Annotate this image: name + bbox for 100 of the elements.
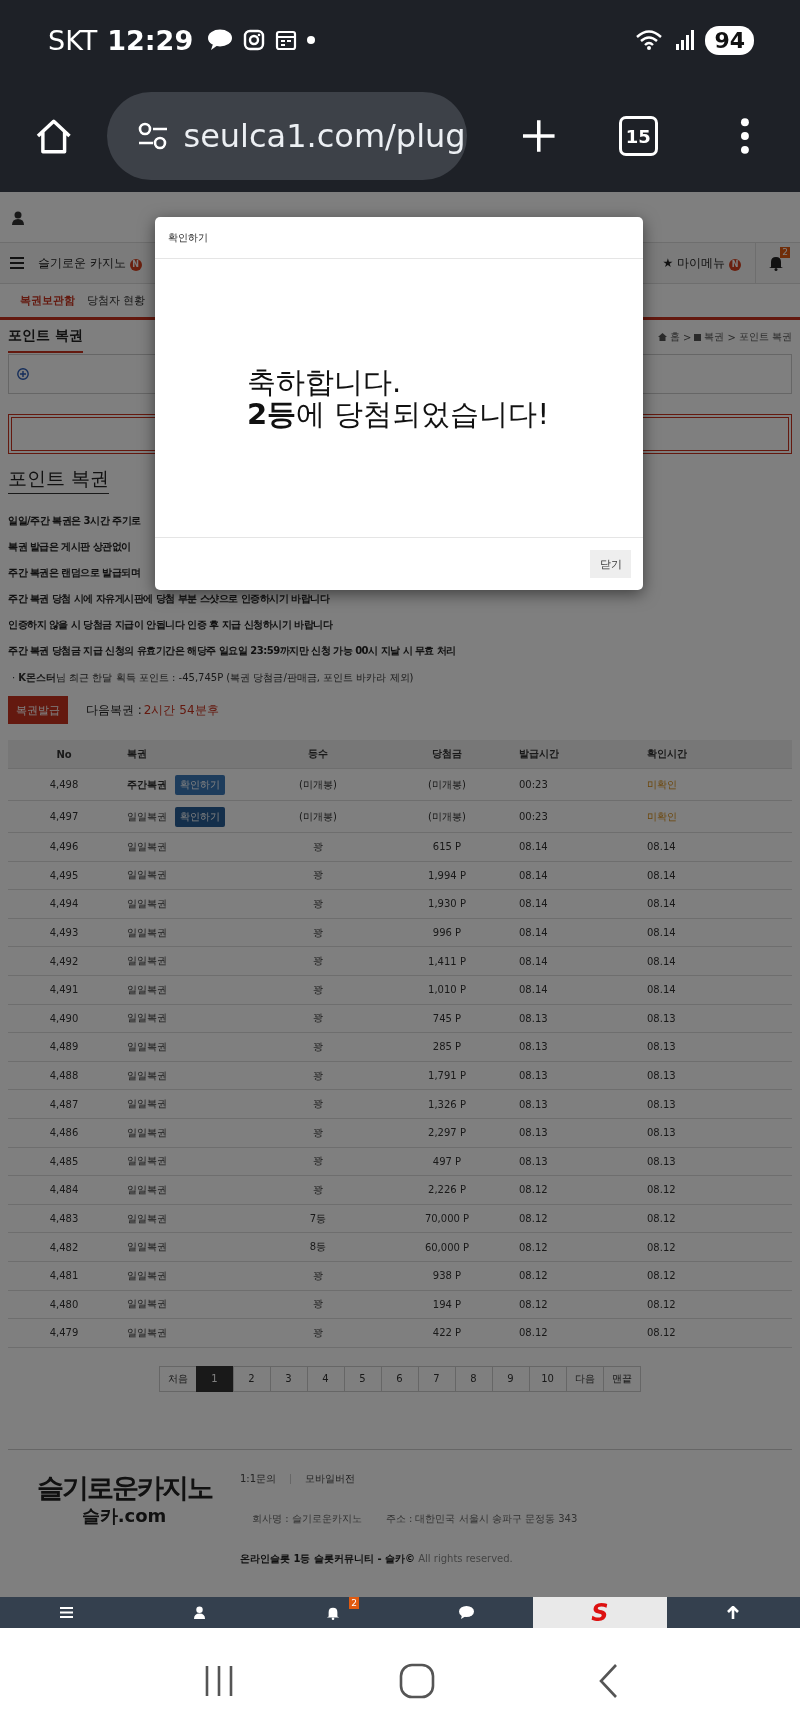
sub-tab[interactable]: 당첨자 현황 xyxy=(87,289,146,312)
page-link[interactable]: 3 xyxy=(269,1365,308,1392)
table-cell-text: 4,488 xyxy=(48,1070,80,1082)
table-cell-text: 08.14 xyxy=(646,955,677,967)
table-cell-text: 194 P xyxy=(431,1298,463,1310)
confirm-button[interactable]: 확인하기 xyxy=(175,806,225,827)
page-link[interactable]: 다음 xyxy=(565,1365,604,1392)
home-button-icon[interactable] xyxy=(399,1663,435,1699)
table-cell-text: 08.14 xyxy=(518,869,549,881)
table-cell-text: 4,484 xyxy=(48,1184,80,1196)
table-cell-text: 08.13 xyxy=(646,1041,677,1053)
table-cell-text: 꽝 xyxy=(312,1039,324,1054)
address-bar[interactable]: seulca1.com/plug xyxy=(107,92,468,180)
table-cell-text: 꽝 xyxy=(312,1011,324,1026)
ticket-name: 일일복권 xyxy=(127,809,167,824)
table-cell-text: 08.12 xyxy=(646,1213,677,1224)
signal-icon xyxy=(675,29,696,51)
square-icon xyxy=(694,333,702,341)
table-cell-text: (미개봉) xyxy=(298,809,338,824)
page-link[interactable]: 9 xyxy=(491,1365,530,1392)
table-cell-text: 1,411 P xyxy=(427,955,467,967)
breadcrumb-link[interactable]: 홈 xyxy=(670,330,681,344)
table-cell-text: 08.13 xyxy=(518,1098,549,1110)
more-icon[interactable] xyxy=(740,118,750,154)
page-link[interactable]: 5 xyxy=(343,1365,382,1392)
table-cell-text: (미개봉) xyxy=(427,777,467,792)
notice-text: 주간 복권은 랜덤으로 발급되며 xyxy=(8,566,141,580)
ticket-name: 일일복권 xyxy=(127,1325,167,1340)
ticket-name: 일일복권 xyxy=(127,925,167,940)
table-cell-text: 1,930 P xyxy=(427,898,467,910)
modal-message: 축하합니다. xyxy=(247,366,403,398)
column-header: 등수 xyxy=(307,747,329,761)
menu-icon[interactable] xyxy=(10,257,24,269)
table-cell-text: 285 P xyxy=(431,1041,463,1053)
back-icon[interactable] xyxy=(598,1663,619,1699)
site-settings-icon[interactable] xyxy=(137,121,170,151)
logo-tab[interactable]: S xyxy=(533,1597,667,1628)
arrow-up-icon xyxy=(727,1606,740,1619)
table-cell-text: 8등 xyxy=(308,1240,328,1255)
page-link[interactable]: 4 xyxy=(306,1365,345,1392)
table-cell-text: 08.12 xyxy=(518,1270,549,1282)
table-cell-text: 70,000 P xyxy=(423,1213,471,1224)
table-cell-text: 60,000 P xyxy=(423,1241,471,1253)
page-link[interactable]: 10 xyxy=(528,1365,567,1392)
breadcrumb-link[interactable]: 복권 xyxy=(704,330,725,344)
table-cell-text: 745 P xyxy=(431,1012,463,1024)
table-cell-text: 08.13 xyxy=(646,1127,677,1139)
table-cell-text: 4,483 xyxy=(48,1213,80,1224)
next-ticket-label: 다음복권 : xyxy=(86,701,142,719)
page-link[interactable]: 맨끝 xyxy=(602,1365,641,1392)
table-cell-text: 4,480 xyxy=(48,1298,80,1310)
page-heading: 포인트 복권 xyxy=(8,467,110,494)
page-link[interactable]: 처음 xyxy=(158,1365,197,1392)
page-link[interactable]: 1 xyxy=(195,1365,234,1392)
company-address: 주소 : 대한민국 서울시 송파구 문정동 343 xyxy=(385,1511,578,1526)
issue-ticket-button[interactable]: 복권발급 xyxy=(8,696,68,724)
nav-link[interactable]: ★ 마이메뉴 N xyxy=(662,254,741,272)
table-cell-text: 4,495 xyxy=(48,869,80,881)
table-cell-text: 꽝 xyxy=(312,1182,324,1197)
table-cell-text: 꽝 xyxy=(312,1325,324,1340)
footer-link[interactable]: 모바일버전 xyxy=(305,1471,356,1486)
copyright-text: 온라인슬롯 1등 슬롯커뮤니티 - 슬카© All rights reserved. xyxy=(240,1551,514,1566)
table-cell-text: 938 P xyxy=(431,1270,463,1282)
table-cell-text: 꽝 xyxy=(312,1297,324,1312)
table-cell-text: 1,010 P xyxy=(427,984,467,996)
ticket-name: 일일복권 xyxy=(127,1182,167,1197)
table-cell-text: 08.13 xyxy=(646,1098,677,1110)
footer-link[interactable]: 1:1문의 xyxy=(240,1471,277,1486)
ticket-name: 일일복권 xyxy=(127,1154,167,1169)
plus-circle-icon[interactable] xyxy=(17,368,29,380)
page-link[interactable]: 6 xyxy=(380,1365,419,1392)
table-cell-text: 4,479 xyxy=(48,1327,80,1339)
table-cell-text: 꽝 xyxy=(312,1097,324,1112)
table-cell-text: 08.14 xyxy=(646,927,677,939)
ticket-name: 일일복권 xyxy=(127,954,167,969)
breadcrumb-link[interactable]: 포인트 복권 xyxy=(738,330,792,344)
table-cell-text: 08.14 xyxy=(646,869,677,881)
plus-icon[interactable] xyxy=(521,118,557,154)
nav-tab[interactable]: 2 xyxy=(266,1597,400,1628)
section-title: 포인트 복권 xyxy=(8,321,83,353)
page-link[interactable]: 7 xyxy=(417,1365,456,1392)
table-cell-text: 4,490 xyxy=(48,1012,80,1024)
notice-text: 복권 발급은 게시판 상관없이 xyxy=(8,540,131,554)
ticket-name: 일일복권 xyxy=(127,1240,167,1255)
column-header: 확인시간 xyxy=(646,747,688,761)
sub-tab[interactable]: 복권보관함 xyxy=(20,289,75,312)
table-cell-text: 08.13 xyxy=(518,1012,549,1024)
table-cell-text: 4,482 xyxy=(48,1241,80,1253)
page-link[interactable]: 8 xyxy=(454,1365,493,1392)
confirm-button[interactable]: 확인하기 xyxy=(175,774,225,795)
table-cell-text: 08.12 xyxy=(646,1184,677,1196)
table-cell-text: 615 P xyxy=(431,841,463,853)
user-icon[interactable] xyxy=(12,211,24,225)
bell-icon[interactable] xyxy=(768,255,784,271)
table-cell-text: 꽝 xyxy=(312,982,324,997)
tab-count-button[interactable]: 15 xyxy=(618,116,659,156)
close-button[interactable]: 닫기 xyxy=(590,550,631,578)
nav-link[interactable]: 슬기로운 카지노 N xyxy=(38,254,142,272)
page-link[interactable]: 2 xyxy=(232,1365,271,1392)
table-cell-text: 1,994 P xyxy=(427,869,467,881)
